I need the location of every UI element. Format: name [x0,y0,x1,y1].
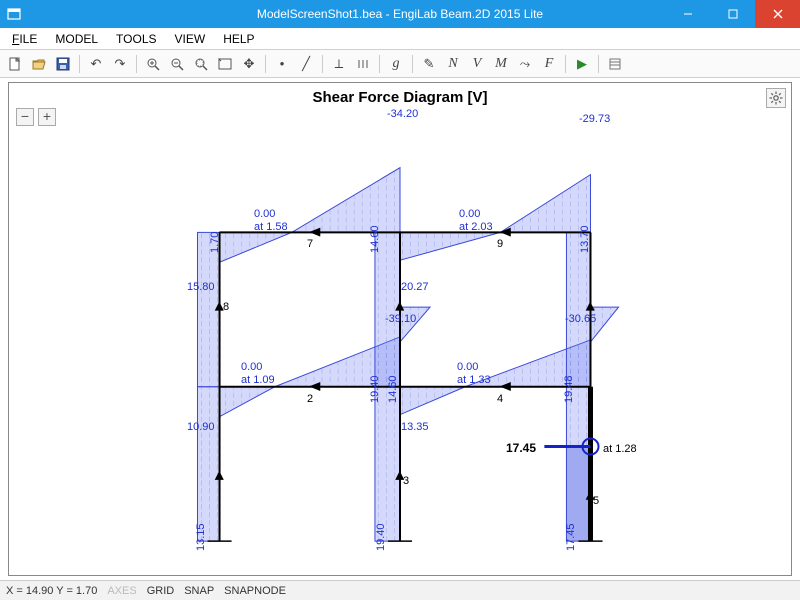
element-button[interactable]: ╱ [295,53,317,75]
pan-button[interactable]: ✥ [238,53,260,75]
label-col3-mid: -30.65 [565,313,596,326]
label-col1-top: 1.70 [209,232,222,253]
close-button[interactable] [755,0,800,28]
member-3: 3 [403,475,409,488]
gear-icon [769,91,783,105]
member-4: 4 [497,393,503,406]
zoom-plus-button[interactable]: + [38,108,56,126]
plot-settings-button[interactable] [766,88,786,108]
titlebar: ModelScreenShot1.bea - EngiLab Beam.2D 2… [0,0,800,28]
canvas[interactable]: Shear Force Diagram [V] [8,82,792,576]
menu-file[interactable]: FILE [4,30,45,48]
load-point-button[interactable] [352,53,374,75]
app-icon [6,6,22,22]
zoom-out-button[interactable] [166,53,188,75]
label-beam-top-left-zero: 0.00 at 1.58 [254,208,288,233]
zoom-in-button[interactable] [142,53,164,75]
shear-diagram-button[interactable]: V [466,53,488,75]
label-col2-neg: 13.35 [401,421,429,434]
label-beam-bot-right-zero: 0.00 at 1.33 [457,361,491,386]
label-col2-mid2: -39.10 [385,313,416,326]
new-button[interactable] [4,53,26,75]
save-button[interactable] [52,53,74,75]
toolbar: ↶ ↷ ✥ • ╱ ⟂ g ✎ N V M ⤳ F ▶ [0,50,800,78]
status-coords: X = 14.90 Y = 1.70 [6,585,97,597]
highlight-at: at 1.28 [603,443,637,456]
support-button[interactable]: ⟂ [328,53,350,75]
label-col2-bot: 19.40 [369,375,382,403]
label-col2-base: 19.40 [375,523,388,551]
label-top-left-min: -34.20 [387,108,418,121]
analyze-button[interactable]: ▶ [571,53,593,75]
menu-tools[interactable]: TOOLS [108,30,164,48]
status-grid[interactable]: GRID [147,585,175,597]
redo-button[interactable]: ↷ [109,53,131,75]
member-7: 7 [307,238,313,251]
label-col2-bot2: 14.60 [387,375,400,403]
label-col1-base: 13.15 [195,523,208,551]
label-beam-top-right-zero: 0.00 at 2.03 [459,208,493,233]
shear-diagram-svg [9,83,791,575]
open-button[interactable] [28,53,50,75]
node-button[interactable]: • [271,53,293,75]
moment-diagram-button[interactable]: M [490,53,512,75]
menu-help[interactable]: HELP [215,30,262,48]
maximize-button[interactable] [710,0,755,28]
member-8l: 8 [223,301,229,314]
label-col1-mid: 15.80 [187,281,215,294]
zoom-fit-button[interactable] [214,53,236,75]
edit-button[interactable]: ✎ [418,53,440,75]
zoom-window-button[interactable] [190,53,212,75]
undo-button[interactable]: ↶ [85,53,107,75]
member-5: 5 [593,495,599,508]
reactions-button[interactable]: F [538,53,560,75]
self-weight-button[interactable]: g [385,53,407,75]
member-9: 9 [497,238,503,251]
menu-view[interactable]: VIEW [167,30,214,48]
label-top-right-min: -29.73 [579,113,610,126]
status-snap[interactable]: SNAP [184,585,214,597]
minimize-button[interactable] [665,0,710,28]
statusbar: X = 14.90 Y = 1.70 AXES GRID SNAP SNAPNO… [0,580,800,600]
results-button[interactable] [604,53,626,75]
member-2: 2 [307,393,313,406]
label-col3-top: 13.70 [579,225,592,253]
status-snapnode[interactable]: SNAPNODE [224,585,286,597]
label-col2-mid: 20.27 [401,281,429,294]
menu-model[interactable]: MODEL [47,30,106,48]
status-axes[interactable]: AXES [107,585,136,597]
axial-diagram-button[interactable]: N [442,53,464,75]
highlight-value: 17.45 [506,441,536,455]
label-beam-bot-left-zero: 0.00 at 1.09 [241,361,275,386]
label-col3-bot: 19.48 [563,375,576,403]
label-col1-bot: 10.90 [187,421,215,434]
label-col2-top: 14.60 [369,225,382,253]
deformation-button[interactable]: ⤳ [514,53,536,75]
zoom-minus-button[interactable]: − [16,108,34,126]
label-col3-base: 17.45 [565,523,578,551]
menubar: FILE MODEL TOOLS VIEW HELP [0,28,800,50]
workarea: Shear Force Diagram [V] [0,78,800,580]
